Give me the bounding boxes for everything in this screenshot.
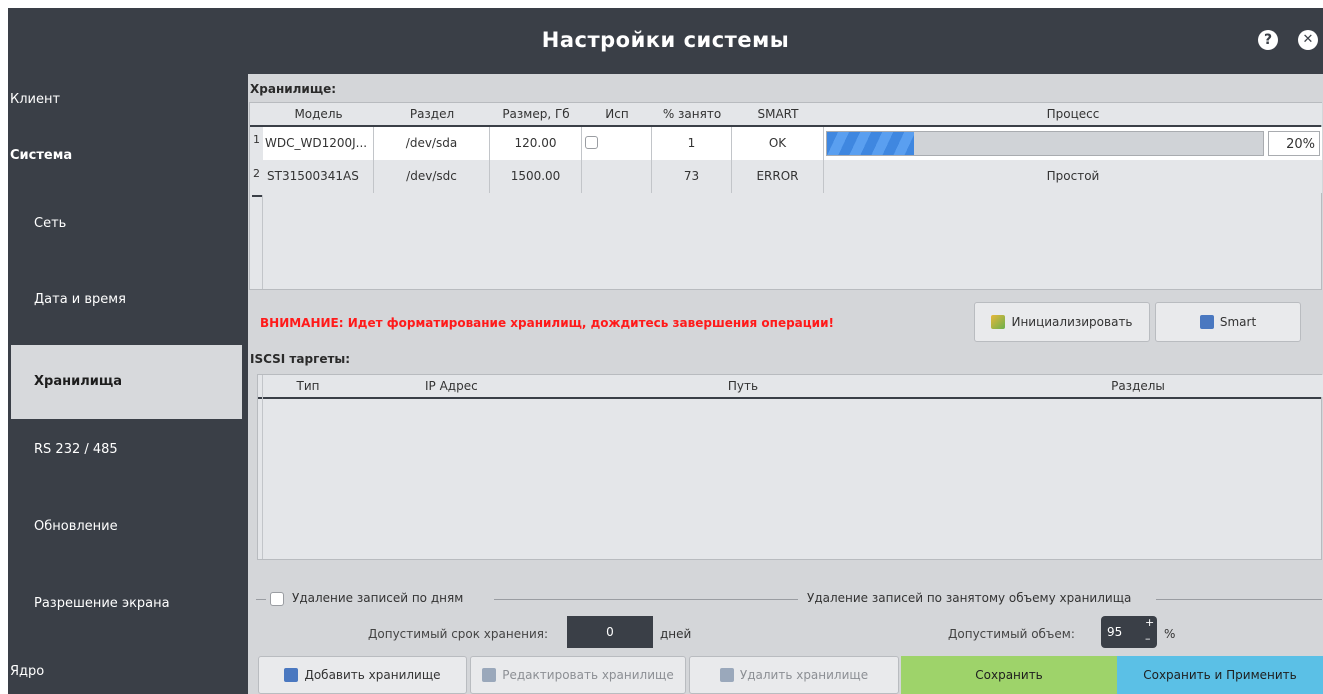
iscsi-section-label: ISCSI таргеты: [250, 352, 351, 366]
sidebar-item-resolution[interactable]: Разрешение экрана [34, 596, 234, 611]
add-storage-label: Добавить хранилище [304, 668, 441, 682]
edit-storage-label: Редактировать хранилище [502, 668, 674, 682]
sidebar-item-kernel[interactable]: Ядро [10, 664, 250, 679]
window-title: Настройки системы [541, 28, 790, 52]
increment-icon[interactable]: + [1145, 616, 1154, 629]
volume-value: 95 [1107, 625, 1123, 639]
retention-term-unit: дней [660, 627, 692, 641]
group-border [494, 599, 798, 600]
sidebar-item-rs232[interactable]: RS 232 / 485 [34, 442, 234, 457]
save-apply-button[interactable]: Сохранить и Применить [1117, 656, 1323, 694]
sidebar-item-datetime[interactable]: Дата и время [34, 292, 234, 307]
sidebar-item-network[interactable]: Сеть [34, 216, 234, 231]
help-icon[interactable]: ? [1258, 30, 1278, 50]
column-header-process[interactable]: Процесс [824, 103, 1322, 125]
add-storage-button[interactable]: Добавить хранилище [258, 656, 467, 694]
cell-smart: OK [732, 127, 824, 160]
delete-storage-label: Удалить хранилище [739, 668, 869, 682]
group-border [1156, 599, 1322, 600]
cell-partition: /dev/sdc [374, 160, 490, 193]
add-icon [284, 668, 299, 682]
column-header-ip[interactable]: IP Адрес [353, 375, 533, 397]
sidebar-item-label: Хранилища [34, 374, 122, 389]
delete-by-days-checkbox[interactable] [270, 592, 284, 606]
column-header-model[interactable]: Модель [263, 103, 374, 125]
column-header-partitions[interactable]: Разделы [953, 375, 1323, 397]
storage-table: Модель Раздел Размер, Гб Исп % занято SM… [249, 102, 1322, 290]
column-header-size[interactable]: Размер, Гб [490, 103, 582, 125]
column-header-used[interactable]: Исп [582, 103, 652, 125]
row-header-divider [262, 375, 263, 559]
edit-storage-button[interactable]: Редактировать хранилище [470, 656, 686, 694]
smart-icon [1199, 315, 1214, 329]
progress-percent: 20% [1268, 131, 1320, 156]
iscsi-table: Тип IP Адрес Путь Разделы [257, 374, 1323, 560]
smart-label: Smart [1219, 315, 1257, 329]
sidebar-item-update[interactable]: Обновление [34, 519, 234, 534]
column-header-type[interactable]: Тип [263, 375, 353, 397]
storage-settings-panel: Хранилище: Модель Раздел Размер, Гб Исп … [248, 74, 1323, 694]
cell-model: ST31500341AS [263, 160, 374, 193]
cell-used [582, 127, 652, 160]
cell-percent: 73 [652, 160, 732, 193]
volume-label: Допустимый объем: [948, 627, 1075, 641]
close-icon[interactable]: ✕ [1298, 30, 1318, 50]
delete-icon [719, 668, 734, 682]
column-header-partition[interactable]: Раздел [374, 103, 490, 125]
group-border [256, 599, 266, 600]
volume-unit: % [1164, 627, 1176, 641]
progress-fill [827, 132, 915, 155]
cell-size: 120.00 [490, 127, 582, 160]
row-number: 2 [253, 167, 260, 180]
sidebar-item-system[interactable]: Система [10, 148, 250, 163]
used-checkbox[interactable] [585, 136, 598, 149]
sidebar: Клиент Система Сеть Дата и время Хранили… [8, 74, 248, 694]
cell-process: 20% [824, 127, 1322, 160]
column-header-smart[interactable]: SMART [732, 103, 824, 125]
storage-section-label: Хранилище: [250, 82, 337, 96]
sidebar-item-client[interactable]: Клиент [10, 92, 250, 107]
decrement-icon[interactable]: – [1145, 632, 1151, 645]
cell-used [582, 160, 652, 193]
table-row[interactable]: WDC_WD1200J... /dev/sda 120.00 1 OK 20% [263, 127, 1322, 160]
initialize-icon [991, 315, 1006, 329]
cell-percent: 1 [652, 127, 732, 160]
save-button[interactable]: Сохранить [901, 656, 1117, 694]
system-settings-window: Настройки системы ? ✕ Клиент Система Сет… [8, 8, 1323, 694]
cell-smart: ERROR [732, 160, 824, 193]
delete-storage-button[interactable]: Удалить хранилище [689, 656, 899, 694]
edit-icon [482, 668, 497, 682]
progress-bar [826, 131, 1264, 156]
cell-partition: /dev/sda [374, 127, 490, 160]
cell-size: 1500.00 [490, 160, 582, 193]
cell-model: WDC_WD1200J... [263, 127, 374, 160]
formatting-warning: ВНИМАНИЕ: Идет форматирование хранилищ, … [260, 316, 834, 330]
title-bar: Настройки системы ? ✕ [8, 8, 1323, 74]
table-header-divider [258, 397, 1321, 399]
smart-button[interactable]: Smart [1155, 302, 1301, 342]
delete-by-days-label: Удаление записей по дням [292, 591, 464, 605]
initialize-label: Инициализировать [1011, 315, 1133, 329]
row-marker [252, 195, 262, 197]
delete-by-volume-label: Удаление записей по занятому объему хран… [807, 591, 1132, 605]
volume-stepper[interactable]: 95 + – [1101, 616, 1157, 648]
retention-term-input[interactable]: 0 [567, 616, 653, 648]
retention-term-label: Допустимый срок хранения: [368, 627, 549, 641]
row-number: 1 [253, 133, 260, 146]
initialize-button[interactable]: Инициализировать [974, 302, 1150, 342]
column-header-path[interactable]: Путь [533, 375, 953, 397]
cell-process: Простой [1046, 169, 1100, 183]
sidebar-item-storage[interactable]: Хранилища [11, 345, 242, 419]
column-header-percent[interactable]: % занято [652, 103, 732, 125]
table-row[interactable]: ST31500341AS /dev/sdc 1500.00 73 ERROR П… [263, 160, 1322, 193]
row-header-divider [262, 195, 263, 289]
